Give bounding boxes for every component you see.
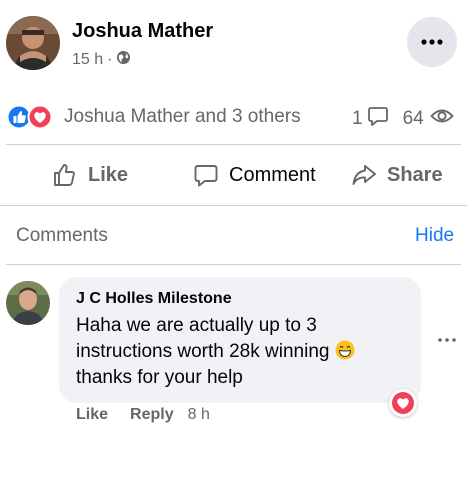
engagement-counts: 1 64	[352, 105, 454, 133]
share-icon	[352, 165, 376, 185]
share-label: Share	[387, 163, 443, 186]
thumbs-up-icon	[54, 164, 75, 186]
comment-text-end: thanks for your help	[76, 367, 243, 388]
globe-icon	[116, 50, 131, 70]
reactions-summary-text[interactable]: Joshua Mather and 3 others	[64, 106, 301, 128]
post-options-button[interactable]	[407, 17, 457, 67]
comment-bubble-icon[interactable]	[367, 105, 389, 133]
meta-separator: ·	[107, 51, 113, 68]
more-horizontal-icon	[438, 338, 456, 342]
comment-like-link[interactable]: Like	[76, 406, 108, 424]
author-avatar[interactable]	[6, 16, 60, 70]
view-count: 64	[402, 108, 424, 129]
commenter-avatar[interactable]	[6, 281, 50, 325]
grinning-face-emoji-icon	[335, 340, 355, 360]
hide-comments-link[interactable]: Hide	[415, 225, 454, 247]
comment-reaction-badge[interactable]	[389, 389, 417, 417]
comment-label: Comment	[229, 163, 316, 186]
more-horizontal-icon	[421, 39, 443, 45]
comment-text-main: Haha we are actually up to 3 instruction…	[76, 315, 330, 362]
like-button[interactable]: Like	[52, 157, 128, 193]
eye-icon	[429, 107, 454, 131]
comment-button[interactable]: Comment	[193, 157, 316, 193]
comments-section-title: Comments	[16, 225, 108, 246]
comment-icon	[194, 165, 218, 187]
love-reaction-icon	[27, 104, 53, 130]
divider-top	[6, 144, 461, 145]
post-author-name[interactable]: Joshua Mather	[72, 20, 213, 43]
comment-options-button[interactable]	[436, 333, 458, 347]
comment-count[interactable]: 1	[352, 108, 363, 130]
comment-actions: Like Reply 8 h	[76, 406, 210, 424]
reaction-icons[interactable]	[6, 104, 58, 130]
divider-comments	[6, 264, 461, 265]
like-label: Like	[88, 163, 129, 186]
like-reaction-icon	[6, 104, 32, 130]
divider-middle	[0, 205, 467, 206]
comment-reply-link[interactable]: Reply	[130, 406, 174, 424]
post-time[interactable]: 15 h	[72, 51, 103, 69]
post-meta: 15 h ·	[72, 50, 131, 70]
love-reaction-icon	[392, 392, 414, 414]
comment-author-name[interactable]: J C Holles Milestone	[76, 290, 232, 308]
comment-text: Haha we are actually up to 3 instruction…	[76, 313, 406, 391]
share-button[interactable]: Share	[351, 157, 443, 193]
comment-time[interactable]: 8 h	[188, 406, 210, 424]
